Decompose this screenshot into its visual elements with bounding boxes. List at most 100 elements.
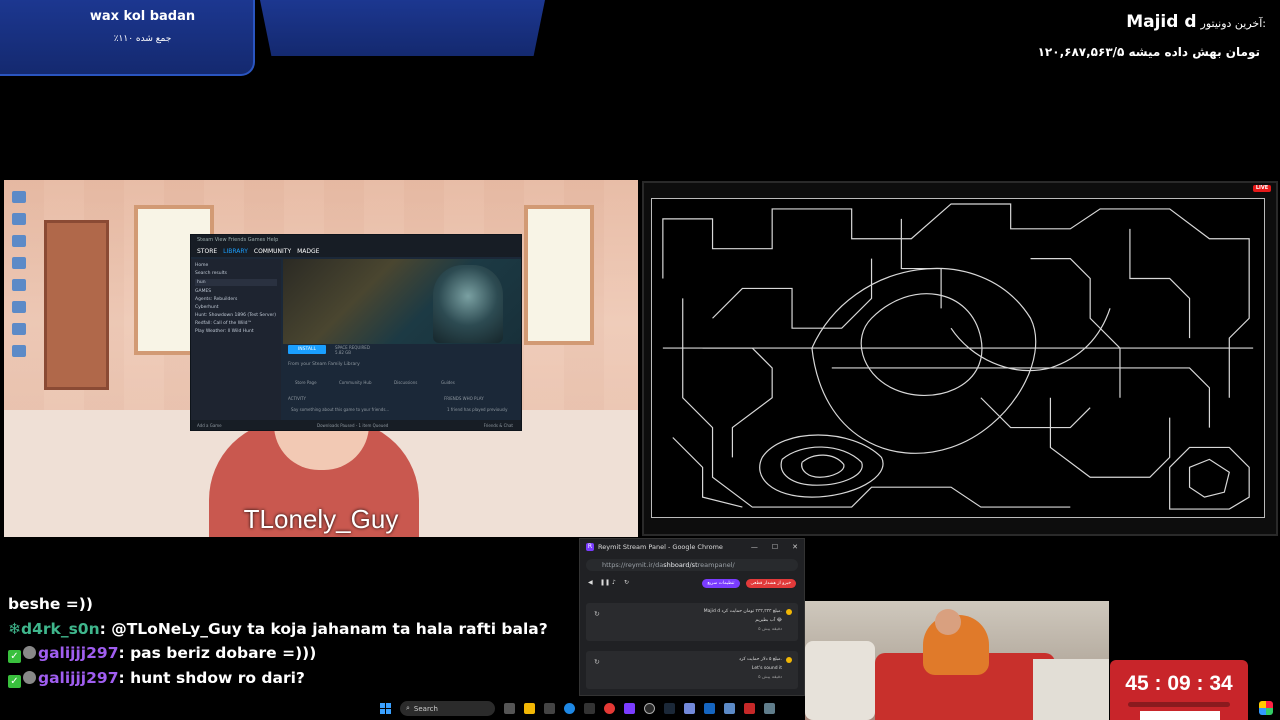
windows-start-icon[interactable] xyxy=(380,703,391,714)
family-library-note: From your Steam Family Library xyxy=(288,362,360,367)
steam-tab-guides[interactable]: Guides xyxy=(441,380,455,385)
discord-icon[interactable] xyxy=(684,703,695,714)
desktop-icon[interactable] xyxy=(12,345,26,357)
steam-game-item[interactable]: Cyberhunt xyxy=(195,305,277,310)
steam-titlebar[interactable]: Steam View Friends Games Help xyxy=(191,235,521,245)
steam-tab-discussions[interactable]: Discussions xyxy=(394,380,417,385)
activity-label: ACTIVITY xyxy=(288,396,306,401)
steam-nav: STORE LIBRARY COMMUNITY MADGE xyxy=(191,245,521,257)
desktop-icon[interactable] xyxy=(12,323,26,335)
terminal-icon[interactable] xyxy=(544,703,555,714)
steam-game-item[interactable]: Redfall: Call of the Wild™ xyxy=(195,321,277,326)
chat-message-text: : @TLoNeLy_Guy ta koja jahanam ta hala r… xyxy=(99,619,548,638)
network-icon[interactable] xyxy=(724,703,735,714)
line-drawing-canvas xyxy=(651,198,1265,518)
replay-icon[interactable]: ↻ xyxy=(594,610,600,618)
chrome-titlebar[interactable]: R Reymit Stream Panel - Google Chrome — … xyxy=(580,539,804,555)
add-game-button[interactable]: Add a Game xyxy=(197,423,222,428)
alert-toggle-button[interactable]: خبرو از هشدار قطعی xyxy=(745,578,796,588)
volume-icon[interactable]: ♪ xyxy=(612,580,618,586)
steam-search-results: Search results xyxy=(195,271,227,276)
maximize-icon[interactable]: ☐ xyxy=(772,543,778,551)
friends-note[interactable]: 1 friend has played previously xyxy=(447,407,507,412)
steam-tab-community-hub[interactable]: Community Hub xyxy=(339,380,372,385)
steam-icon[interactable] xyxy=(664,703,675,714)
donor-label: آخرین دونیتور: xyxy=(1200,17,1266,30)
steam-search-input[interactable]: hun xyxy=(195,279,277,286)
window-controls: — ☐ ✕ xyxy=(751,543,798,551)
app-icon[interactable] xyxy=(584,703,595,714)
edge-icon[interactable] xyxy=(564,703,575,714)
verified-check-icon: ✓ xyxy=(8,674,21,688)
desktop-icon[interactable] xyxy=(12,213,26,225)
timer-progress-bar xyxy=(1128,702,1230,707)
chat-username[interactable]: galijjj297 xyxy=(38,644,118,662)
drawing-stroke xyxy=(780,446,863,486)
desktop-icon[interactable] xyxy=(12,279,26,291)
donation-goal-panel xyxy=(260,0,545,56)
address-bar[interactable]: https://reymit.ir/dashboard/streampanel/ xyxy=(586,559,798,571)
tray-app-icon[interactable] xyxy=(1259,701,1273,715)
white-couch-right xyxy=(1033,659,1109,720)
desktop-icons xyxy=(8,186,30,367)
file-explorer-icon[interactable] xyxy=(524,703,535,714)
notepad-icon[interactable] xyxy=(764,703,775,714)
drawing-stroke xyxy=(1188,458,1230,498)
media-app-icon[interactable] xyxy=(744,703,755,714)
steam-nav-store[interactable]: STORE xyxy=(197,248,217,255)
chat-message: ❄d4rk_s0n: @TLoNeLy_Guy ta koja jahanam … xyxy=(8,617,578,642)
steam-game-item[interactable]: Play Weather: Il Wild Hunt xyxy=(195,329,277,334)
minimize-icon[interactable]: — xyxy=(751,543,758,551)
reymit-chrome-window[interactable]: R Reymit Stream Panel - Google Chrome — … xyxy=(579,538,805,696)
drawing-stroke xyxy=(811,267,1037,454)
steam-window[interactable]: Steam View Friends Games Help STORE LIBR… xyxy=(190,234,522,431)
reymit-icon[interactable] xyxy=(624,703,635,714)
chrome-icon[interactable] xyxy=(604,703,615,714)
replay-icon[interactable]: ↻ xyxy=(594,658,600,666)
friends-chat-button[interactable]: Friends & Chat xyxy=(484,423,513,428)
goal-title: wax kol badan xyxy=(89,9,196,24)
back-icon[interactable]: ◀ xyxy=(588,580,594,586)
steam-home-item[interactable]: Home xyxy=(195,263,277,268)
stream-panel-toolbar: ◀ ❚❚ ♪ ↻ تنظیمات سریع خبرو از هشدار قطعی xyxy=(580,575,804,591)
desktop-icon[interactable] xyxy=(12,191,26,203)
timer-text: 45 : 09 : 34 xyxy=(1125,672,1233,695)
shield-icon[interactable] xyxy=(704,703,715,714)
drawing-stroke xyxy=(759,434,884,498)
chat-username[interactable]: d4rk_s0n xyxy=(21,620,100,638)
url-suffix: reampanel/ xyxy=(697,561,735,569)
refresh-icon[interactable]: ↻ xyxy=(624,580,630,586)
url-highlight: shboard/st xyxy=(663,561,698,569)
snowflake-badge-icon: ❄ xyxy=(8,619,21,638)
search-label: Search xyxy=(413,704,438,713)
steam-install-button[interactable]: INSTALL xyxy=(288,345,326,354)
timer-label-box xyxy=(1140,711,1220,720)
downloads-status[interactable]: Downloads Paused - 1 item Queued xyxy=(317,423,388,428)
steam-nav-community[interactable]: COMMUNITY xyxy=(254,248,291,255)
desktop-icon[interactable] xyxy=(12,301,26,313)
steam-tab-store-page[interactable]: Store Page xyxy=(295,380,317,385)
donation-message: Let's sound it xyxy=(751,666,782,671)
task-view-icon[interactable] xyxy=(504,703,515,714)
chat-message-text: beshe =)) xyxy=(8,595,93,613)
streamer-head xyxy=(935,609,961,635)
steam-nav-library[interactable]: LIBRARY xyxy=(223,248,248,255)
steam-game-item[interactable]: Hunt: Showdown 1896 (Test Server) xyxy=(195,313,277,318)
steam-game-item[interactable]: Agents: Rebuilders xyxy=(195,297,277,302)
pause-icon[interactable]: ❚❚ xyxy=(600,580,610,586)
desktop-icon[interactable] xyxy=(12,235,26,247)
live-badge: LIVE xyxy=(1253,185,1271,192)
verified-check-icon: ✓ xyxy=(8,650,21,664)
donation-line: مبلغ ۵ دلار حمایت کرد. xyxy=(738,657,782,662)
close-icon[interactable]: ✕ xyxy=(792,543,798,551)
taskbar-search[interactable]: ⌕ Search xyxy=(400,701,495,716)
obs-icon[interactable] xyxy=(644,703,655,714)
drawing-stroke xyxy=(1030,258,1121,398)
donation-time: ۵ دقیقه پیش xyxy=(758,627,782,632)
activity-input[interactable]: Say something about this game to your fr… xyxy=(291,407,389,412)
chat-username[interactable]: galijjj297 xyxy=(38,669,118,687)
quick-settings-button[interactable]: تنظیمات سریع xyxy=(702,578,740,588)
steam-footer: Add a Game Downloads Paused - 1 item Que… xyxy=(191,420,521,430)
steam-nav-profile[interactable]: MADGE xyxy=(297,248,319,255)
desktop-icon[interactable] xyxy=(12,257,26,269)
